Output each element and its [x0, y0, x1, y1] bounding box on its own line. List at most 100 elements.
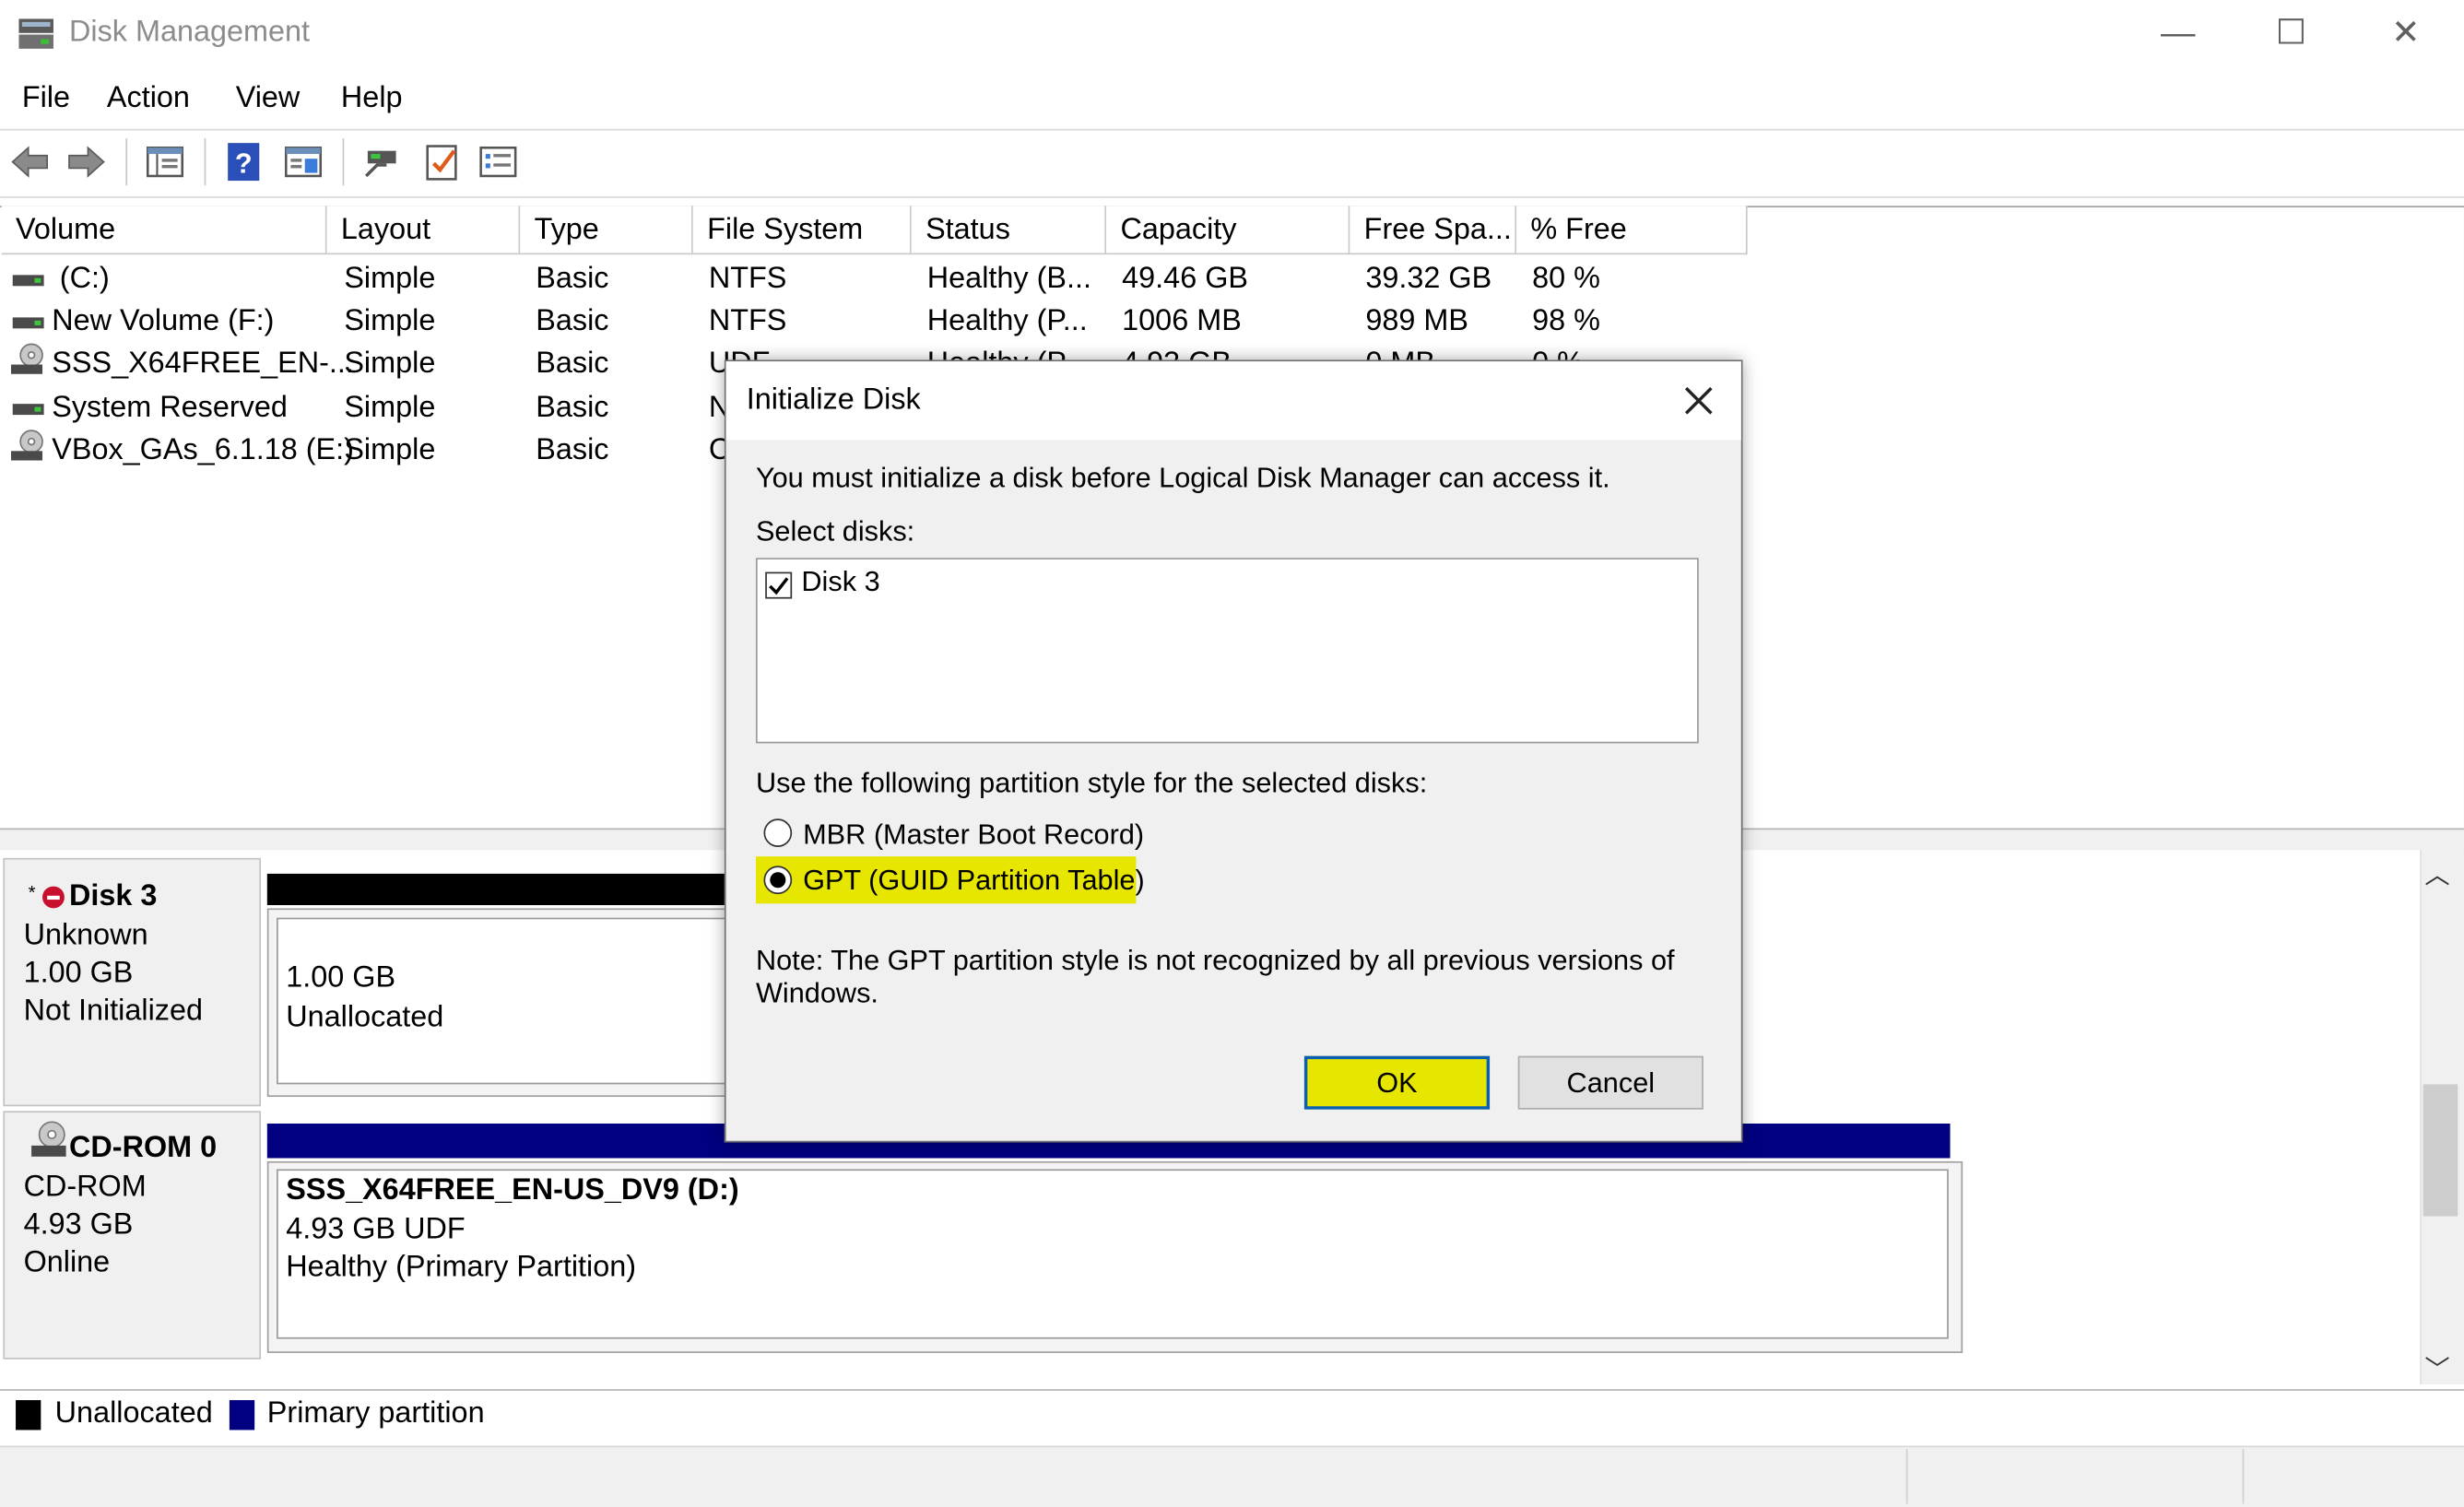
table-row-percent-free: 98 %: [1532, 304, 1600, 338]
table-row-layout: Simple: [344, 304, 436, 338]
menu-file[interactable]: File: [22, 82, 70, 117]
table-row-type: Basic: [536, 262, 609, 296]
table-row-layout: Simple: [344, 347, 436, 381]
disk-size: 4.93 GB: [23, 1208, 134, 1242]
table-row-type: Basic: [536, 391, 609, 425]
select-disks-label: Select disks:: [755, 515, 915, 547]
column-header-layout[interactable]: Layout: [326, 206, 521, 255]
table-row-layout: Simple: [344, 262, 436, 296]
disk-state: Not Initialized: [23, 995, 204, 1029]
disk-management-icon: [18, 18, 53, 49]
disk-kind: Unknown: [23, 919, 148, 953]
window-title: Disk Management: [69, 16, 311, 49]
table-row-layout: Simple: [344, 391, 436, 425]
svg-text:?: ?: [235, 147, 253, 180]
status-bar: [0, 1445, 2464, 1507]
status-separator: [1905, 1448, 1908, 1504]
table-row-capacity: 1006 MB: [1122, 304, 1242, 338]
column-header-status[interactable]: Status: [911, 206, 1107, 255]
drive-icon: [12, 317, 44, 329]
help-icon[interactable]: ?: [223, 141, 264, 182]
table-row-layout: Simple: [344, 433, 436, 467]
table-row-volume[interactable]: VBox_GAs_6.1.18 (E:): [52, 434, 354, 469]
disk-state: Online: [23, 1245, 111, 1279]
disk-3-checkbox[interactable]: [765, 571, 793, 599]
legend-primary-partition: Primary partition: [266, 1396, 485, 1430]
disk-name: CD-ROM 0: [69, 1131, 218, 1165]
properties-icon[interactable]: [283, 141, 324, 182]
table-row-volume[interactable]: SSS_X64FREE_EN-...: [52, 347, 354, 383]
drive-icon: [12, 275, 44, 287]
back-arrow-icon[interactable]: [9, 141, 50, 182]
disk-3-item[interactable]: Disk 3: [801, 566, 879, 599]
gpt-radio[interactable]: [763, 865, 793, 895]
disk-select-list[interactable]: [755, 558, 1699, 744]
column-header-capacity[interactable]: Capacity: [1106, 206, 1350, 255]
column-header-type[interactable]: Type: [520, 206, 693, 255]
table-row-percent-free: 80 %: [1532, 262, 1600, 296]
gpt-note-line-1: Note: The GPT partition style is not rec…: [755, 944, 1675, 976]
minimize-button[interactable]: —: [2150, 9, 2206, 56]
legend-unallocated: Unallocated: [54, 1396, 213, 1430]
mbr-option-label[interactable]: MBR (Master Boot Record): [803, 818, 1144, 852]
table-row-volume[interactable]: New Volume (F:): [52, 305, 274, 340]
disk-size: 1.00 GB: [23, 957, 134, 991]
cancel-button[interactable]: Cancel: [1517, 1055, 1704, 1110]
dialog-title: Initialize Disk: [746, 383, 921, 417]
unallocated-bar: [266, 873, 739, 906]
menu-help[interactable]: Help: [341, 82, 403, 117]
scroll-up-icon[interactable]: ︿: [2424, 854, 2449, 891]
dialog-close-icon[interactable]: [1681, 383, 1716, 418]
table-row-free-space: 989 MB: [1365, 304, 1469, 338]
table-row-volume[interactable]: (C:): [60, 263, 110, 298]
partition-size: 4.93 GB UDF: [286, 1213, 466, 1246]
gpt-note-line-2: Windows.: [755, 977, 878, 1009]
status-separator: [2242, 1448, 2245, 1504]
checklist-icon[interactable]: [421, 141, 462, 182]
table-row-status: Healthy (P...: [926, 304, 1088, 338]
drive-icon: [12, 404, 44, 416]
partition-status: Unallocated: [286, 1001, 444, 1034]
radio-selected-dot: [770, 872, 786, 889]
dialog-message: You must initialize a disk before Logica…: [755, 462, 1610, 494]
table-row-type: Basic: [536, 433, 609, 467]
unallocated-swatch: [16, 1400, 41, 1430]
disk-kind: CD-ROM: [23, 1171, 147, 1204]
toolbar-separator: [342, 138, 345, 186]
partition-status: Healthy (Primary Partition): [286, 1251, 637, 1284]
column-header-percent-free[interactable]: % Free: [1516, 206, 1748, 255]
gpt-option-label[interactable]: GPT (GUID Partition Table): [803, 865, 1145, 898]
table-row-status: Healthy (B...: [926, 262, 1091, 296]
scrollbar-thumb[interactable]: [2423, 1084, 2458, 1217]
settings-list-icon[interactable]: [477, 141, 518, 182]
mbr-radio[interactable]: [763, 818, 793, 847]
table-row-type: Basic: [536, 304, 609, 338]
cd-drive-icon: [10, 430, 43, 461]
column-header-volume[interactable]: Volume: [1, 206, 327, 255]
disk-name: Disk 3: [69, 879, 158, 913]
forward-arrow-icon[interactable]: [66, 141, 107, 182]
close-button[interactable]: ✕: [2377, 9, 2434, 56]
scroll-down-icon[interactable]: ﹀: [2424, 1348, 2449, 1386]
column-header-free-space[interactable]: Free Spa...: [1350, 206, 1517, 255]
partition-style-label: Use the following partition style for th…: [755, 766, 1428, 799]
connect-icon[interactable]: [361, 141, 402, 182]
table-row-type: Basic: [536, 347, 609, 381]
table-row-file-system: NTFS: [708, 304, 787, 338]
initialize-disk-dialog: Initialize Disk You must initialize a di…: [724, 359, 1743, 1143]
table-row-file-system: NTFS: [708, 262, 787, 296]
console-tree-icon[interactable]: [145, 141, 185, 182]
not-initialized-icon: *: [29, 882, 65, 909]
disk-management-window: Disk Management — ☐ ✕ File Action View H…: [0, 0, 2464, 1507]
table-row-volume[interactable]: System Reserved: [52, 392, 288, 427]
menu-action[interactable]: Action: [107, 82, 190, 117]
cd-drive-icon: [31, 1121, 66, 1157]
partition-size: 1.00 GB: [286, 961, 396, 995]
checkmark-icon: [769, 577, 789, 595]
ok-button[interactable]: OK: [1303, 1055, 1491, 1110]
table-row-free-space: 39.32 GB: [1365, 262, 1492, 296]
primary-partition-swatch: [229, 1400, 255, 1430]
column-header-file-system[interactable]: File System: [692, 206, 912, 255]
menu-view[interactable]: View: [236, 82, 301, 117]
maximize-button[interactable]: ☐: [2263, 9, 2319, 56]
